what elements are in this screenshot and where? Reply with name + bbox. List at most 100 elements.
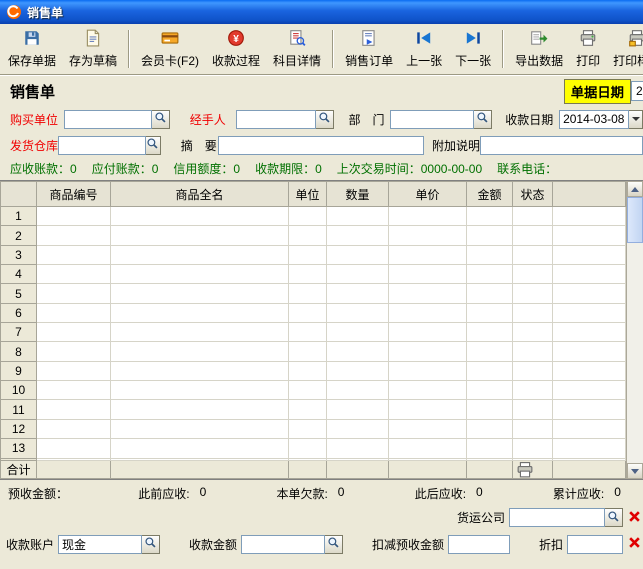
grid-cell[interactable]: [327, 419, 389, 438]
department-lookup-button[interactable]: [474, 110, 492, 129]
grid-cell[interactable]: [553, 323, 626, 342]
payment-date-dropdown-button[interactable]: [629, 110, 643, 129]
grid-cell[interactable]: [513, 303, 553, 322]
grid-cell[interactable]: [37, 361, 111, 380]
grid-cell[interactable]: [389, 284, 467, 303]
grid-cell[interactable]: [289, 361, 327, 380]
grid-cell[interactable]: [289, 226, 327, 245]
grid-cell[interactable]: [389, 400, 467, 419]
row-number-cell[interactable]: 9: [1, 361, 37, 380]
grid-cell[interactable]: [467, 303, 513, 322]
freight-lookup-button[interactable]: [605, 508, 623, 527]
table-row[interactable]: 11: [1, 400, 626, 419]
grid-cell[interactable]: [389, 207, 467, 226]
grid-cell[interactable]: [37, 419, 111, 438]
grid-cell[interactable]: [327, 400, 389, 419]
row-number-cell[interactable]: 6: [1, 303, 37, 322]
scroll-up-button[interactable]: [627, 181, 643, 197]
subject-details-button[interactable]: 科目详情: [267, 26, 327, 72]
grid-cell[interactable]: [289, 265, 327, 284]
grid-cell[interactable]: [467, 439, 513, 458]
grid-cell[interactable]: [111, 419, 289, 438]
vertical-scrollbar[interactable]: [626, 181, 643, 479]
grid-cell[interactable]: [37, 303, 111, 322]
table-row[interactable]: 3: [1, 245, 626, 264]
grid-cell[interactable]: [111, 439, 289, 458]
grid-cell[interactable]: [553, 226, 626, 245]
grid-cell[interactable]: [111, 361, 289, 380]
grid-cell[interactable]: [111, 381, 289, 400]
grid-cell[interactable]: [389, 381, 467, 400]
table-row[interactable]: 13: [1, 439, 626, 458]
table-row[interactable]: 7: [1, 323, 626, 342]
grid-cell[interactable]: [389, 303, 467, 322]
table-row[interactable]: 10: [1, 381, 626, 400]
grid-cell[interactable]: [467, 245, 513, 264]
table-row[interactable]: 8: [1, 342, 626, 361]
grid-cell[interactable]: [37, 400, 111, 419]
row-number-cell[interactable]: 10: [1, 381, 37, 400]
grid-cell[interactable]: [37, 381, 111, 400]
grid-cell[interactable]: [289, 342, 327, 361]
table-row[interactable]: 1: [1, 207, 626, 226]
grid-cell[interactable]: [467, 381, 513, 400]
grid-cell[interactable]: [467, 400, 513, 419]
grid-cell[interactable]: [389, 226, 467, 245]
grid-cell[interactable]: [553, 419, 626, 438]
grid-cell[interactable]: [513, 342, 553, 361]
grid-cell[interactable]: [111, 400, 289, 419]
warehouse-lookup-button[interactable]: [146, 136, 161, 155]
scrollbar-track[interactable]: [627, 197, 643, 463]
grid-cell[interactable]: [467, 207, 513, 226]
grid-cell[interactable]: [327, 342, 389, 361]
payment-account-input[interactable]: [58, 535, 142, 554]
grid-cell[interactable]: [327, 226, 389, 245]
member-card-button[interactable]: 会员卡(F2): [135, 26, 205, 72]
grid-cell[interactable]: [37, 226, 111, 245]
freight-company-input[interactable]: [509, 508, 605, 527]
print-style-button[interactable]: 打印样式: [607, 26, 643, 72]
payment-process-button[interactable]: ¥ 收款过程: [206, 26, 266, 72]
grid-cell[interactable]: [389, 342, 467, 361]
row-number-cell[interactable]: 2: [1, 226, 37, 245]
grid-cell[interactable]: [111, 323, 289, 342]
row-number-cell[interactable]: 12: [1, 419, 37, 438]
grid-cell[interactable]: [289, 284, 327, 303]
grid-cell[interactable]: [111, 265, 289, 284]
grid-cell[interactable]: [389, 439, 467, 458]
grid-cell[interactable]: [389, 323, 467, 342]
grid-cell[interactable]: [467, 323, 513, 342]
grid-cell[interactable]: [327, 265, 389, 284]
amount-lookup-button[interactable]: [325, 535, 343, 554]
grid-cell[interactable]: [327, 323, 389, 342]
grid-cell[interactable]: [389, 361, 467, 380]
grid-cell[interactable]: [467, 342, 513, 361]
grid-cell[interactable]: [327, 207, 389, 226]
grid-cell[interactable]: [327, 439, 389, 458]
grid-cell[interactable]: [289, 245, 327, 264]
grid-cell[interactable]: [553, 303, 626, 322]
grid-cell[interactable]: [467, 226, 513, 245]
grid-cell[interactable]: [327, 381, 389, 400]
table-row[interactable]: 9: [1, 361, 626, 380]
grid-cell[interactable]: [327, 361, 389, 380]
save-draft-button[interactable]: 存为草稿: [63, 26, 123, 72]
freight-clear-button[interactable]: [627, 510, 642, 525]
print-button[interactable]: 打印: [570, 26, 606, 72]
discount-input[interactable]: [567, 535, 623, 554]
scrollbar-thumb[interactable]: [627, 197, 643, 243]
grid-cell[interactable]: [111, 284, 289, 303]
grid-cell[interactable]: [553, 284, 626, 303]
grid-cell[interactable]: [289, 303, 327, 322]
row-number-cell[interactable]: 1: [1, 207, 37, 226]
grid-cell[interactable]: [513, 207, 553, 226]
grid-cell[interactable]: [513, 439, 553, 458]
grid-cell[interactable]: [513, 284, 553, 303]
grid-cell[interactable]: [553, 361, 626, 380]
table-row[interactable]: 6: [1, 303, 626, 322]
grid-cell[interactable]: [513, 265, 553, 284]
grid-cell[interactable]: [553, 381, 626, 400]
grid-cell[interactable]: [289, 381, 327, 400]
row-number-cell[interactable]: 7: [1, 323, 37, 342]
grid-cell[interactable]: [111, 226, 289, 245]
